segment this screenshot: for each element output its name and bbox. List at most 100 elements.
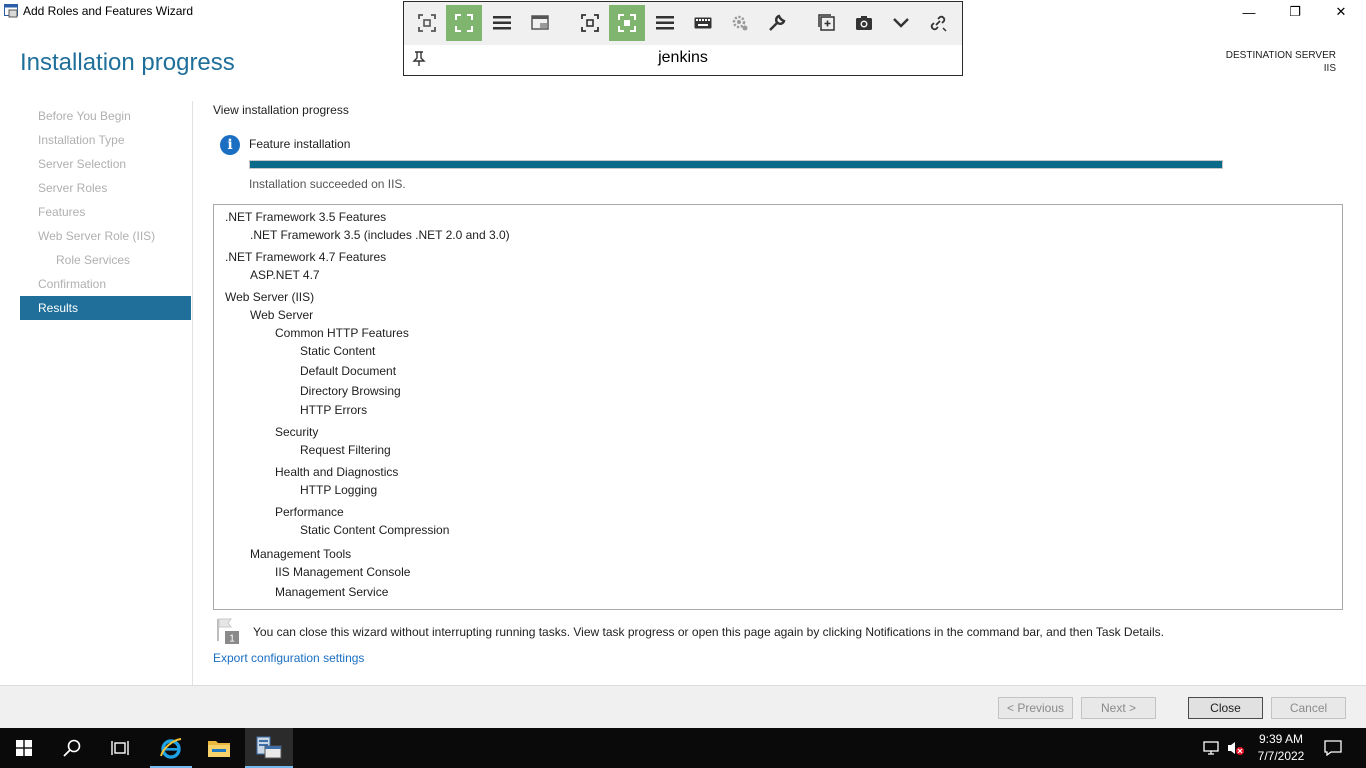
new-window-button[interactable] xyxy=(809,5,845,41)
start-button[interactable] xyxy=(0,728,48,768)
page-title: Installation progress xyxy=(20,49,235,76)
task-view-icon xyxy=(111,741,129,755)
menu-button[interactable] xyxy=(484,5,520,41)
maximize-icon: ❐ xyxy=(1289,4,1301,19)
taskbar-server-manager[interactable] xyxy=(245,728,293,768)
settings-icon xyxy=(732,15,748,31)
volume-muted-icon xyxy=(1228,742,1244,755)
nav-divider xyxy=(192,101,193,685)
clock-time: 9:39 AM xyxy=(1258,732,1304,746)
tree-item: IIS Management Console xyxy=(275,565,411,579)
installation-progress-bar xyxy=(249,160,1223,169)
menu-icon xyxy=(493,16,511,30)
nav-item-results[interactable]: Results xyxy=(20,296,191,320)
export-configuration-link[interactable]: Export configuration settings xyxy=(213,651,364,665)
nav-item-server-selection: Server Selection xyxy=(38,157,127,171)
wizard-nav: Before You Begin Installation Type Serve… xyxy=(20,104,191,320)
tree-item: Security xyxy=(275,425,319,439)
remote-toolbar-buttons xyxy=(404,2,962,45)
fit-screen-icon xyxy=(581,14,599,32)
remote-host-bar: jenkins xyxy=(404,45,962,75)
tree-item: Default Document xyxy=(300,364,397,378)
nav-item-role-services: Role Services xyxy=(56,253,131,267)
start-icon xyxy=(16,740,32,756)
tree-item: .NET Framework 4.7 Features xyxy=(225,250,387,264)
wrench-button[interactable] xyxy=(759,5,795,41)
tree-item: Performance xyxy=(275,505,344,519)
fit-screen-button[interactable] xyxy=(572,5,608,41)
camera-icon xyxy=(856,16,872,30)
destination-value: IIS xyxy=(1323,63,1336,74)
wizard-button-bar: < Previous Next > Close Cancel xyxy=(0,685,1366,728)
feature-installation-label: Feature installation xyxy=(249,137,351,151)
internet-explorer-icon xyxy=(160,738,182,759)
more-button[interactable] xyxy=(883,5,919,41)
fullscreen-button[interactable] xyxy=(446,5,482,41)
nav-item-confirmation: Confirmation xyxy=(38,277,107,291)
nav-item-before-you-begin: Before You Begin xyxy=(38,109,131,123)
nav-item-features: Features xyxy=(38,205,86,219)
network-tray-button[interactable] xyxy=(1200,728,1224,768)
clock-date: 7/7/2022 xyxy=(1257,749,1305,763)
tree-item: Health and Diagnostics xyxy=(275,465,399,479)
window-title: Add Roles and Features Wizard xyxy=(23,4,194,18)
tree-item: Web Server xyxy=(250,308,314,322)
window-mode-icon xyxy=(531,15,549,30)
tree-item: Static Content xyxy=(300,344,376,358)
tree-item: Directory Browsing xyxy=(300,384,401,398)
keyboard-icon xyxy=(694,17,712,29)
installation-status: Installation succeeded on IIS. xyxy=(249,177,406,191)
wizard-footnote: You can close this wizard without interr… xyxy=(253,625,1164,639)
disconnect-button[interactable] xyxy=(920,5,956,41)
fit-window-button[interactable] xyxy=(409,5,445,41)
new-window-icon xyxy=(818,14,835,31)
view-progress-heading: View installation progress xyxy=(213,103,349,117)
taskbar: 9:39 AM 7/7/2022 xyxy=(0,728,1366,768)
keyboard-button[interactable] xyxy=(685,5,721,41)
tree-item: HTTP Errors xyxy=(300,403,368,417)
taskbar-file-explorer[interactable] xyxy=(198,728,240,768)
notification-icon xyxy=(1324,740,1342,756)
fullscreen-icon xyxy=(455,14,473,32)
flag-badge-count: 1 xyxy=(229,634,235,645)
close-window-button[interactable]: ✕ xyxy=(1318,0,1364,24)
taskbar-clock[interactable]: 9:39 AM 7/7/2022 xyxy=(1253,731,1309,765)
menu-button-2[interactable] xyxy=(647,5,683,41)
screenshot-button[interactable] xyxy=(846,5,882,41)
close-button[interactable]: Close xyxy=(1188,697,1263,719)
tree-item: ASP.NET 4.7 xyxy=(250,268,320,282)
server-manager-icon xyxy=(256,736,282,759)
tree-item: Management Tools xyxy=(250,547,352,561)
tree-item: HTTP Logging xyxy=(300,483,378,497)
previous-button[interactable]: < Previous xyxy=(998,697,1073,719)
cancel-button[interactable]: Cancel xyxy=(1271,697,1346,719)
taskbar-internet-explorer[interactable] xyxy=(150,728,192,768)
settings-button[interactable] xyxy=(722,5,758,41)
tree-item: .NET Framework 3.5 Features xyxy=(225,210,387,224)
progress-fill xyxy=(250,161,1222,168)
minimize-button[interactable]: — xyxy=(1226,0,1272,24)
remote-hostname: jenkins xyxy=(658,49,708,66)
menu-icon xyxy=(656,16,674,30)
next-button[interactable]: Next > xyxy=(1081,697,1156,719)
task-view-button[interactable] xyxy=(96,728,144,768)
network-icon xyxy=(1203,741,1219,755)
tree-item: Common HTTP Features xyxy=(275,326,409,340)
volume-tray-button[interactable] xyxy=(1224,728,1248,768)
remote-toolbar: jenkins xyxy=(403,1,963,76)
fullscreen-active-icon xyxy=(618,14,636,32)
results-tree: .NET Framework 3.5 Features .NET Framewo… xyxy=(213,204,1343,610)
file-explorer-icon xyxy=(208,741,230,757)
action-center-button[interactable] xyxy=(1316,728,1350,768)
chevron-down-icon xyxy=(893,18,909,28)
info-icon: i xyxy=(220,135,240,155)
close-icon: ✕ xyxy=(1335,4,1347,19)
maximize-button[interactable]: ❐ xyxy=(1272,0,1318,24)
destination-server: DESTINATION SERVER IIS xyxy=(1226,49,1336,75)
window-mode-button[interactable] xyxy=(522,5,558,41)
fullscreen-active-button[interactable] xyxy=(609,5,645,41)
search-button[interactable] xyxy=(48,728,96,768)
nav-item-web-server-role: Web Server Role (IIS) xyxy=(38,229,156,243)
search-icon xyxy=(63,739,81,757)
wizard-app-icon xyxy=(4,4,18,18)
